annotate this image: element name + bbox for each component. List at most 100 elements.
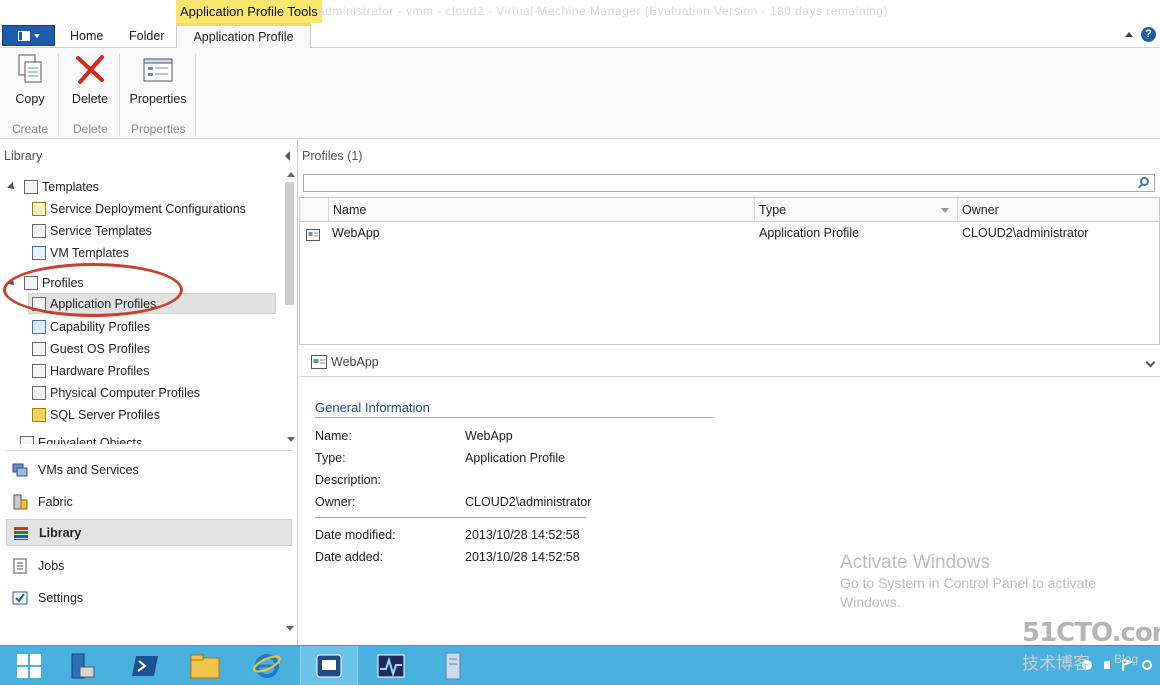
tree-item-sql-server-profiles[interactable]: SQL Server Profiles xyxy=(32,404,160,425)
section-divider xyxy=(315,417,713,418)
tree-item-label: Templates xyxy=(42,179,99,194)
tree-item-application-profiles[interactable]: Application Profiles xyxy=(28,293,276,314)
taskbar-performance-monitor[interactable] xyxy=(362,646,420,685)
chevron-down-icon[interactable] xyxy=(1145,357,1156,368)
delete-button[interactable]: Delete xyxy=(70,52,110,106)
search-input[interactable] xyxy=(303,174,1155,192)
help-icon[interactable]: ? xyxy=(1141,27,1156,42)
taskbar xyxy=(0,645,1160,685)
watermark-title: Activate Windows xyxy=(840,552,990,573)
application-profile-icon xyxy=(311,355,327,372)
taskbar-internet-explorer[interactable] xyxy=(238,646,296,685)
delete-icon xyxy=(73,52,107,86)
workspace-library[interactable]: Library xyxy=(6,519,292,546)
label-name: Name: xyxy=(315,429,352,443)
window-title: administrator - vmm - cloud2 - Virtual M… xyxy=(318,4,889,18)
tab-application-profile[interactable]: Application Profile xyxy=(176,23,311,49)
collapse-pane-icon[interactable] xyxy=(285,151,290,161)
workspace-divider xyxy=(6,450,292,451)
label-owner: Owner: xyxy=(315,495,356,509)
hardware-profile-icon xyxy=(32,363,46,378)
tree-item-capability-profiles[interactable]: Capability Profiles xyxy=(32,316,150,337)
profiles-grid: Name Type Owner WebApp Application Profi… xyxy=(299,197,1160,345)
value-date-modified: 2013/10/28 14:52:58 xyxy=(465,528,580,542)
profiles-header: Profiles (1) xyxy=(302,149,363,163)
more-workspaces-icon[interactable] xyxy=(286,626,294,631)
tree-item-label: Capability Profiles xyxy=(50,319,151,334)
internet-explorer-icon xyxy=(253,654,281,678)
expand-toggle-icon[interactable] xyxy=(7,181,17,192)
performance-monitor-icon xyxy=(377,654,405,678)
tab-folder[interactable]: Folder xyxy=(129,29,164,43)
watermark-line: Go to System in Control Panel to activat… xyxy=(840,575,1097,591)
site-watermark-blog: Blog xyxy=(1114,652,1139,666)
cell-type: Application Profile xyxy=(759,226,860,240)
library-icon xyxy=(13,525,29,541)
workspace-fabric[interactable]: Fabric xyxy=(6,488,292,515)
column-header-name[interactable]: Name xyxy=(328,198,754,222)
value-date-added: 2013/10/28 14:52:58 xyxy=(465,550,580,564)
group-separator xyxy=(119,54,120,136)
copy-button[interactable]: Copy xyxy=(10,52,50,106)
tree-item-hardware-profiles[interactable]: Hardware Profiles xyxy=(32,360,149,381)
tree-item-vm-templates[interactable]: VM Templates xyxy=(32,242,129,263)
site-watermark: 51CTO.com xyxy=(1022,618,1160,648)
workspace-settings[interactable]: Settings xyxy=(6,584,292,611)
workspace-vms-and-services[interactable]: VMs and Services xyxy=(6,456,292,483)
column-header-type[interactable]: Type xyxy=(754,198,957,222)
taskbar-server-app[interactable] xyxy=(424,646,482,685)
workspace-jobs[interactable]: Jobs xyxy=(6,552,292,579)
vm-template-icon xyxy=(32,245,46,260)
profiles-pane: Profiles (1) Name Type Owner WebApp Appl… xyxy=(299,140,1160,645)
sort-icon xyxy=(941,208,949,213)
taskbar-server-manager[interactable] xyxy=(52,646,110,685)
tree-item-service-templates[interactable]: Service Templates xyxy=(32,220,152,241)
tree-item-equivalent-objects[interactable]: Equivalent Objects xyxy=(20,432,142,444)
label-date-added: Date added: xyxy=(315,550,384,564)
search-icon[interactable] xyxy=(1140,177,1149,186)
physical-computer-profile-icon xyxy=(32,385,46,400)
tree-item-label: SQL Server Profiles xyxy=(50,407,160,422)
tree-scrollbar[interactable] xyxy=(284,172,297,442)
taskbar-powershell[interactable] xyxy=(116,646,174,685)
volume-icon[interactable] xyxy=(1100,658,1114,672)
scroll-up-icon[interactable] xyxy=(287,172,295,177)
settings-icon[interactable] xyxy=(1140,658,1154,672)
tree-item-profiles[interactable]: Profiles xyxy=(7,272,84,293)
tree-item-service-deployment-configurations[interactable]: Service Deployment Configurations xyxy=(32,198,246,219)
file-menu-button[interactable] xyxy=(2,25,55,46)
tab-home[interactable]: Home xyxy=(70,29,103,43)
value-type: Application Profile xyxy=(465,451,566,465)
properties-button[interactable]: Properties xyxy=(128,52,188,106)
expand-toggle-icon[interactable] xyxy=(7,277,17,288)
copy-icon xyxy=(13,52,47,86)
column-header-owner[interactable]: Owner xyxy=(957,198,1159,222)
settings-icon xyxy=(12,590,28,606)
tree-item-physical-computer-profiles[interactable]: Physical Computer Profiles xyxy=(32,382,200,403)
taskbar-file-explorer[interactable] xyxy=(176,646,234,685)
context-tab-accent xyxy=(176,23,311,26)
tree-item-label: Service Deployment Configurations xyxy=(50,201,246,216)
label-date-modified: Date modified: xyxy=(315,528,396,542)
tree-item-guest-os-profiles[interactable]: Guest OS Profiles xyxy=(32,338,150,359)
guest-os-profile-icon xyxy=(32,341,46,356)
tree-item-label: Application Profiles xyxy=(50,296,157,311)
server-manager-icon xyxy=(71,653,95,679)
application-profile-icon xyxy=(306,226,320,241)
scroll-thumb[interactable] xyxy=(285,182,294,305)
scroll-down-icon[interactable] xyxy=(287,437,295,442)
service-deployment-icon xyxy=(32,201,46,216)
properties-label: Properties xyxy=(129,92,187,106)
delete-label: Delete xyxy=(71,92,109,106)
collapse-ribbon-icon[interactable] xyxy=(1125,32,1133,37)
application-profile-icon xyxy=(32,296,46,311)
taskbar-vmm-console[interactable] xyxy=(300,646,358,685)
group-label-properties: Properties xyxy=(131,122,186,136)
copy-label: Copy xyxy=(15,92,45,106)
tree-item-templates[interactable]: Templates xyxy=(7,176,99,197)
site-watermark-subtitle: 技术博客 xyxy=(1022,654,1090,674)
start-button[interactable] xyxy=(0,646,58,685)
workspace-label: Fabric xyxy=(38,494,73,509)
ribbon-controls: ? xyxy=(1125,27,1156,42)
table-row[interactable]: WebApp Application Profile CLOUD2\admini… xyxy=(300,222,1159,244)
